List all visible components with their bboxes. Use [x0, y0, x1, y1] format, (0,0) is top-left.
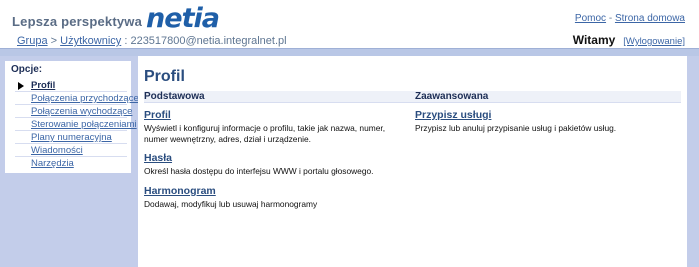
passwords-link[interactable]: Hasła	[144, 152, 409, 165]
sidebar-item-messages[interactable]: Wiadomości	[15, 144, 127, 157]
breadcrumb-separator: >	[50, 35, 58, 47]
profile-link[interactable]: Profil	[144, 109, 409, 122]
sidebar-item-label[interactable]: Wiadomości	[15, 144, 127, 157]
sidebar-heading: Opcje:	[11, 64, 43, 75]
sidebar-panel: Opcje: Profil Połączenia przychodzące Po…	[4, 60, 139, 174]
welcome-text: Witamy	[572, 33, 616, 47]
sidebar-item-call-control[interactable]: Sterowanie połączeniami	[15, 118, 137, 131]
sidebar-item-label[interactable]: Połączenia wychodzące	[15, 105, 132, 118]
breadcrumb-colon: :	[124, 35, 128, 47]
welcome-area: Witamy [Wylogowanie]	[573, 33, 685, 47]
top-links-separator: -	[608, 13, 613, 24]
assign-services-description: Przypisz lub anuluj przypisanie usług i …	[415, 123, 617, 133]
sidebar-item-incoming-calls[interactable]: Połączenia przychodzące	[15, 92, 139, 105]
right-edge-bar	[687, 56, 699, 267]
sidebar-item-label[interactable]: Sterowanie połączeniami	[15, 118, 137, 131]
sidebar-item-label[interactable]: Profil	[15, 79, 127, 92]
schedule-option: Harmonogram Dodawaj, modyfikuj lub usuwa…	[144, 185, 409, 210]
main-content: Profil Podstawowa Zaawansowana Profil Wy…	[138, 56, 687, 267]
basic-column-heading: Podstawowa	[144, 91, 205, 102]
active-arrow-icon	[18, 82, 24, 90]
page-header: Lepsza perspektywa netia Grupa > Użytkow…	[0, 0, 699, 55]
breadcrumb-account: 223517800@netia.integralnet.pl	[130, 35, 287, 47]
breadcrumb: Grupa > Użytkownicy : 223517800@netia.in…	[17, 35, 287, 47]
passwords-option: Hasła Określ hasła dostępu do interfejsu…	[144, 152, 409, 177]
assign-services-link[interactable]: Przypisz usługi	[415, 109, 680, 122]
brand-tagline: Lepsza perspektywa	[12, 14, 143, 29]
home-page-link[interactable]: Strona domowa	[615, 13, 685, 24]
netia-logo: netia	[146, 3, 220, 34]
help-link[interactable]: Pomoc	[575, 13, 606, 24]
sidebar-item-label[interactable]: Narzędzia	[15, 157, 127, 170]
breadcrumb-users-link[interactable]: Użytkownicy	[60, 35, 121, 47]
header-divider-band	[0, 48, 699, 56]
top-links: Pomoc - Strona domowa	[575, 13, 685, 24]
sidebar-item-dial-plans[interactable]: Plany numeracyjna	[15, 131, 127, 144]
logout-link[interactable]: [Wylogowanie]	[623, 36, 685, 47]
section-header-bar: Podstawowa Zaawansowana	[144, 91, 681, 103]
brand: Lepsza perspektywa netia	[12, 3, 220, 34]
passwords-description: Określ hasła dostępu do interfejsu WWW i…	[144, 166, 374, 176]
sidebar-item-tools[interactable]: Narzędzia	[15, 157, 127, 170]
schedule-description: Dodawaj, modyfikuj lub usuwaj harmonogra…	[144, 199, 318, 209]
advanced-column-heading: Zaawansowana	[415, 91, 489, 102]
breadcrumb-group-link[interactable]: Grupa	[17, 35, 48, 47]
page-title: Profil	[144, 68, 185, 85]
sidebar-item-outgoing-calls[interactable]: Połączenia wychodzące	[15, 105, 132, 118]
sidebar-item-profil[interactable]: Profil	[15, 79, 127, 92]
profile-option: Profil Wyświetl i konfiguruj informacje …	[144, 109, 409, 145]
schedule-link[interactable]: Harmonogram	[144, 185, 409, 198]
sidebar: Opcje: Profil Połączenia przychodzące Po…	[0, 56, 139, 267]
profile-description: Wyświetl i konfiguruj informacje o profi…	[144, 123, 386, 144]
sidebar-item-label[interactable]: Połączenia przychodzące	[15, 92, 139, 105]
sidebar-item-label[interactable]: Plany numeracyjna	[15, 131, 127, 144]
assign-services-option: Przypisz usługi Przypisz lub anuluj przy…	[415, 109, 680, 134]
